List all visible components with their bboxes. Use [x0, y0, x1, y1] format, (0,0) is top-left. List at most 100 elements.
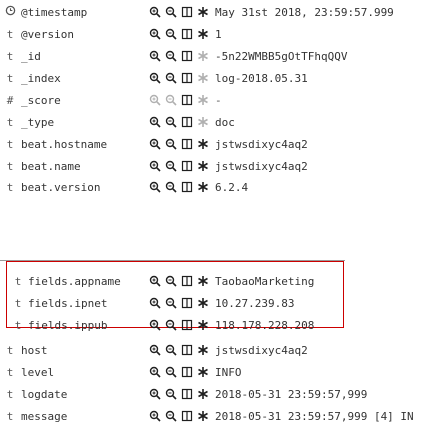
filter-exists-icon[interactable]	[195, 159, 210, 174]
filter-out-value-icon[interactable]	[163, 274, 178, 289]
field-value: 2018-05-31 23:59:57,999 [4] IN	[215, 409, 414, 423]
toggle-column-icon[interactable]	[179, 159, 194, 174]
table-row: t fields.ippub 118.178.228.208	[0, 314, 429, 336]
toggle-column-icon[interactable]	[179, 318, 194, 333]
table-row: t _id -5n22WMBB5gOtTFhqQQV	[0, 45, 429, 67]
filter-out-value-icon[interactable]	[163, 365, 178, 380]
filter-exists-icon[interactable]	[195, 365, 210, 380]
field-name: logdate	[21, 387, 68, 401]
filter-exists-icon[interactable]	[195, 27, 210, 42]
toggle-column-icon[interactable]	[179, 387, 194, 402]
filter-out-value-icon[interactable]	[163, 27, 178, 42]
toggle-column-icon[interactable]	[179, 49, 194, 64]
filter-for-value-icon[interactable]	[147, 5, 162, 20]
toggle-column-icon[interactable]	[179, 115, 194, 130]
filter-exists-icon[interactable]	[195, 296, 210, 311]
table-row: t beat.hostname jstwsdixyc4aq2	[0, 133, 429, 155]
filter-out-value-icon[interactable]	[163, 71, 178, 86]
filter-out-value-icon[interactable]	[163, 159, 178, 174]
field-value: jstwsdixyc4aq2	[215, 343, 308, 357]
filter-out-value-icon[interactable]	[163, 137, 178, 152]
field-name: fields.ippub	[28, 318, 108, 332]
filter-for-value-icon[interactable]	[147, 318, 162, 333]
field-value: -	[215, 93, 222, 107]
text-type-icon: t	[14, 296, 22, 310]
filter-for-value-icon[interactable]	[147, 71, 162, 86]
filter-for-value-icon[interactable]	[147, 296, 162, 311]
filter-out-value-icon[interactable]	[163, 343, 178, 358]
text-type-icon: t	[6, 387, 14, 401]
filter-out-value-icon[interactable]	[163, 180, 178, 195]
toggle-column-icon[interactable]	[179, 137, 194, 152]
field-value: 6.2.4	[215, 180, 249, 194]
toggle-column-icon[interactable]	[179, 409, 194, 424]
filter-out-value-icon[interactable]	[163, 5, 178, 20]
filter-for-value-icon[interactable]	[147, 180, 162, 195]
filter-exists-icon[interactable]	[195, 274, 210, 289]
field-name: beat.version	[21, 180, 101, 194]
filter-exists-icon	[195, 71, 210, 86]
field-name: @timestamp	[21, 5, 88, 19]
field-value: doc	[215, 115, 235, 129]
filter-exists-icon[interactable]	[195, 5, 210, 20]
toggle-column-icon[interactable]	[179, 296, 194, 311]
toggle-column-icon[interactable]	[179, 274, 194, 289]
filter-for-value-icon[interactable]	[147, 27, 162, 42]
toggle-column-icon[interactable]	[179, 5, 194, 20]
toggle-column-icon[interactable]	[179, 93, 194, 108]
filter-exists-icon	[195, 93, 210, 108]
field-name: host	[21, 343, 48, 357]
filter-out-value-icon[interactable]	[163, 318, 178, 333]
field-name: _score	[21, 93, 61, 107]
filter-exists-icon[interactable]	[195, 343, 210, 358]
field-name: @version	[21, 27, 74, 41]
toggle-column-icon[interactable]	[179, 365, 194, 380]
filter-exists-icon[interactable]	[195, 137, 210, 152]
filter-exists-icon[interactable]	[195, 180, 210, 195]
field-name: _index	[21, 71, 61, 85]
table-row: t message 2018-05-31 23:59:57,999 [4] IN	[0, 405, 429, 427]
filter-for-value-icon[interactable]	[147, 137, 162, 152]
filter-out-value-icon[interactable]	[163, 49, 178, 64]
document-table: @timestamp May 31st 2018, 23:59:57.999 t…	[0, 0, 429, 442]
filter-exists-icon[interactable]	[195, 387, 210, 402]
filter-for-value-icon[interactable]	[147, 49, 162, 64]
field-name: fields.appname	[28, 274, 121, 288]
field-name: beat.name	[21, 159, 81, 173]
table-row: t level INFO	[0, 361, 429, 383]
filter-for-value-icon[interactable]	[147, 409, 162, 424]
field-name: beat.hostname	[21, 137, 108, 151]
toggle-column-icon[interactable]	[179, 71, 194, 86]
filter-out-value-icon[interactable]	[163, 387, 178, 402]
table-row: t logdate 2018-05-31 23:59:57,999	[0, 383, 429, 405]
filter-exists-icon[interactable]	[195, 409, 210, 424]
text-type-icon: t	[6, 159, 14, 173]
filter-for-value-icon[interactable]	[147, 159, 162, 174]
table-row: t fields.ipnet 10.27.239.83	[0, 292, 429, 314]
field-name: _type	[21, 115, 55, 129]
toggle-column-icon[interactable]	[179, 27, 194, 42]
field-name: message	[21, 409, 68, 423]
toggle-column-icon[interactable]	[179, 180, 194, 195]
field-value: 10.27.239.83	[215, 296, 295, 310]
filter-for-value-icon[interactable]	[147, 274, 162, 289]
filter-for-value-icon[interactable]	[147, 343, 162, 358]
filter-for-value-icon	[147, 93, 162, 108]
filter-for-value-icon[interactable]	[147, 365, 162, 380]
number-type-icon: #	[6, 93, 14, 107]
field-value: jstwsdixyc4aq2	[215, 159, 308, 173]
filter-out-value-icon[interactable]	[163, 409, 178, 424]
field-value: -5n22WMBB5gOtTFhqQQV	[215, 49, 348, 63]
table-row: t _type doc	[0, 111, 429, 133]
filter-for-value-icon[interactable]	[147, 115, 162, 130]
field-value: log-2018.05.31	[215, 71, 308, 85]
filter-for-value-icon[interactable]	[147, 387, 162, 402]
field-value: TaobaoMarketing	[215, 274, 315, 288]
filter-exists-icon[interactable]	[195, 318, 210, 333]
clock-icon	[5, 5, 16, 19]
toggle-column-icon[interactable]	[179, 343, 194, 358]
filter-exists-icon	[195, 49, 210, 64]
filter-out-value-icon[interactable]	[163, 296, 178, 311]
filter-out-value-icon[interactable]	[163, 115, 178, 130]
field-name: _id	[21, 49, 41, 63]
